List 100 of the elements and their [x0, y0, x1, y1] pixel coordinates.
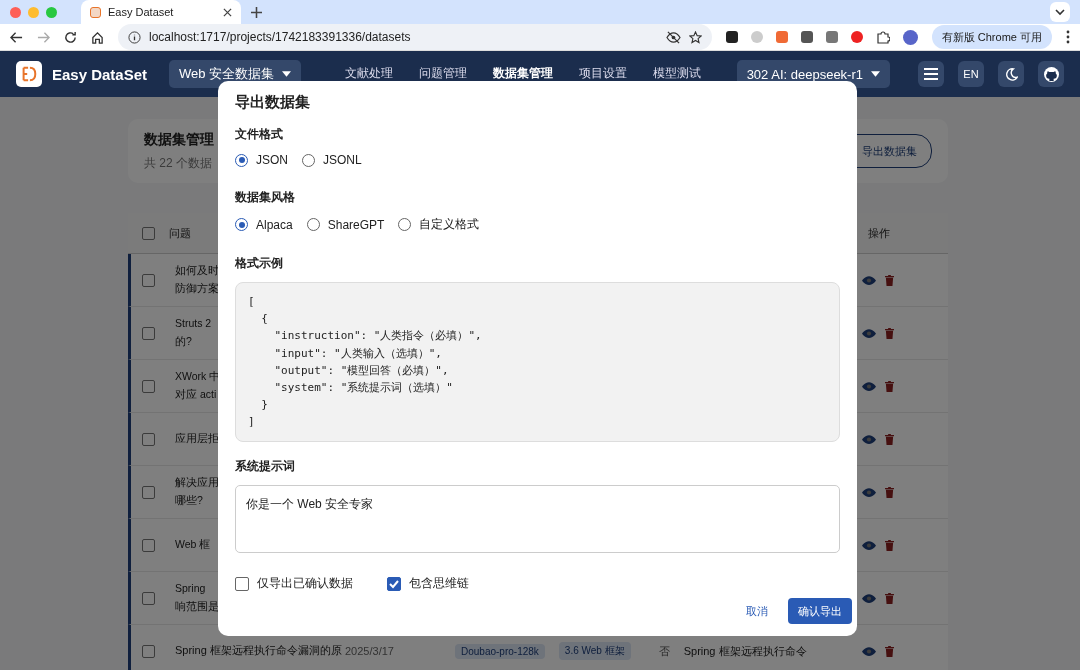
nav-tab[interactable]: 文献处理: [345, 65, 394, 82]
section-label: 数据集风格: [235, 189, 296, 206]
address-bar[interactable]: localhost:1717/projects/1742183391336/datasets: [118, 24, 712, 50]
browser-tab[interactable]: Easy Dataset: [81, 0, 241, 24]
checkbox[interactable]: [387, 576, 401, 591]
trash-icon[interactable]: [885, 327, 894, 339]
eye-icon[interactable]: [862, 593, 876, 603]
table-cell-text: 如何及时: [175, 263, 218, 279]
close-window-dot[interactable]: [10, 6, 21, 18]
code-line: }: [260, 397, 269, 414]
table-cell: 否: [658, 643, 670, 659]
section-label: 文件格式: [235, 126, 284, 143]
table-cell-text: 哪些?: [175, 493, 204, 508]
checkbox[interactable]: [142, 591, 155, 605]
trash-icon[interactable]: [885, 433, 894, 445]
eye-icon[interactable]: [862, 487, 876, 497]
update-chrome-button[interactable]: 有新版 Chrome 可用: [931, 25, 1052, 49]
cancel-button[interactable]: 取消: [740, 602, 774, 620]
github-icon: [1043, 66, 1059, 82]
eye-icon[interactable]: [862, 275, 876, 285]
back-icon[interactable]: [10, 30, 23, 44]
eye-icon[interactable]: [862, 434, 876, 444]
page-title: 数据集管理: [144, 130, 214, 149]
chevron-down-icon[interactable]: [1050, 2, 1070, 22]
reload-icon[interactable]: [64, 30, 77, 44]
checkbox[interactable]: [142, 485, 155, 499]
table-cell-text: 解决应用: [175, 475, 218, 491]
table-cell-text: Spring 框架远程执行命令: [683, 643, 808, 659]
minimize-window-dot[interactable]: [28, 6, 39, 18]
list-icon: [924, 68, 938, 80]
new-tab-icon[interactable]: [251, 6, 262, 18]
eye-icon[interactable]: [862, 381, 876, 391]
checkbox[interactable]: [235, 576, 249, 591]
home-icon[interactable]: [91, 30, 104, 44]
checkbox-option[interactable]: 仅导出已确认数据: [235, 575, 353, 592]
trash-icon[interactable]: [885, 486, 894, 498]
table-cell-text: 对应 acti: [175, 387, 218, 402]
checkbox[interactable]: [142, 538, 155, 552]
avatar-icon[interactable]: [902, 29, 918, 45]
star-icon[interactable]: [688, 30, 702, 44]
code-line: ]: [248, 414, 256, 431]
extension-icon[interactable]: [800, 31, 813, 43]
nav-tab[interactable]: 模型测试: [653, 65, 702, 82]
code-line: "system": "系统提示词（选填）": [273, 380, 454, 396]
list-button[interactable]: [918, 61, 944, 87]
checkbox[interactable]: [142, 226, 155, 240]
logo-icon: [16, 61, 42, 87]
table-cell-text: 防御方案: [175, 281, 218, 296]
table-cell-text: Spring 框架远程执行命令漏洞的原: [175, 643, 343, 659]
trash-icon[interactable]: [885, 380, 894, 392]
eye-slash-icon[interactable]: [665, 30, 681, 44]
system-prompt-field[interactable]: 你是一个 Web 安全专家: [235, 484, 840, 553]
radio-option[interactable]: 自定义格式: [398, 216, 480, 233]
checkbox[interactable]: [142, 273, 155, 287]
label-tag: 3.6 Web 框架: [558, 642, 631, 660]
checkbox[interactable]: [142, 644, 155, 658]
eye-icon[interactable]: [862, 540, 876, 550]
dialog-title: 导出数据集: [235, 93, 311, 112]
eye-icon[interactable]: [862, 328, 876, 338]
checkbox[interactable]: [142, 379, 155, 393]
caret-icon: [282, 71, 292, 77]
close-icon[interactable]: [223, 7, 232, 17]
trash-icon[interactable]: [885, 592, 894, 604]
radio-option[interactable]: Alpaca: [235, 216, 293, 233]
forward-icon[interactable]: [37, 30, 50, 44]
table-cell-text: 2025/3/17: [345, 645, 395, 657]
radio-option[interactable]: ShareGPT: [306, 216, 385, 233]
puzzle-icon[interactable]: [875, 30, 890, 44]
app-title: Easy DataSet: [52, 65, 148, 83]
code-line: "input": "人类输入（选填）",: [273, 345, 443, 362]
info-icon: [128, 30, 141, 44]
column-header: 操作: [868, 225, 890, 241]
confirm-export-button[interactable]: 确认导出: [788, 598, 852, 624]
github-button[interactable]: [1038, 61, 1064, 87]
table-cell-text: Web 框: [175, 537, 212, 553]
nav-tab[interactable]: 问题管理: [419, 65, 468, 82]
column-header: 问题: [169, 225, 191, 241]
code-line: "instruction": "人类指令（必填）",: [273, 328, 483, 345]
dark-mode-button[interactable]: [998, 61, 1024, 87]
checkbox[interactable]: [142, 326, 155, 340]
nav-tab[interactable]: 项目设置: [579, 65, 628, 82]
language-button[interactable]: EN: [958, 61, 984, 87]
model-tag: Doubao-pro-128k: [455, 643, 545, 659]
nav-tab[interactable]: 数据集管理: [493, 65, 554, 82]
radio-option[interactable]: JSONL: [302, 153, 362, 167]
eye-icon[interactable]: [862, 646, 876, 656]
checkbox-option[interactable]: 包含思维链: [387, 575, 469, 592]
checkbox[interactable]: [142, 432, 155, 446]
table-cell-text: 的?: [175, 334, 193, 349]
maximize-window-dot[interactable]: [46, 6, 57, 18]
table-cell-text: 响范围是: [175, 599, 218, 614]
trash-icon[interactable]: [885, 274, 894, 286]
moon-icon: [1004, 67, 1018, 81]
extension-icon[interactable]: [725, 31, 738, 43]
table-cell-text: 应用层拒: [175, 431, 218, 447]
more-icon[interactable]: [1066, 30, 1070, 44]
trash-icon[interactable]: [885, 539, 894, 551]
section-label: 系统提示词: [235, 457, 296, 475]
radio-option[interactable]: JSON: [235, 153, 288, 167]
trash-icon[interactable]: [885, 645, 894, 657]
